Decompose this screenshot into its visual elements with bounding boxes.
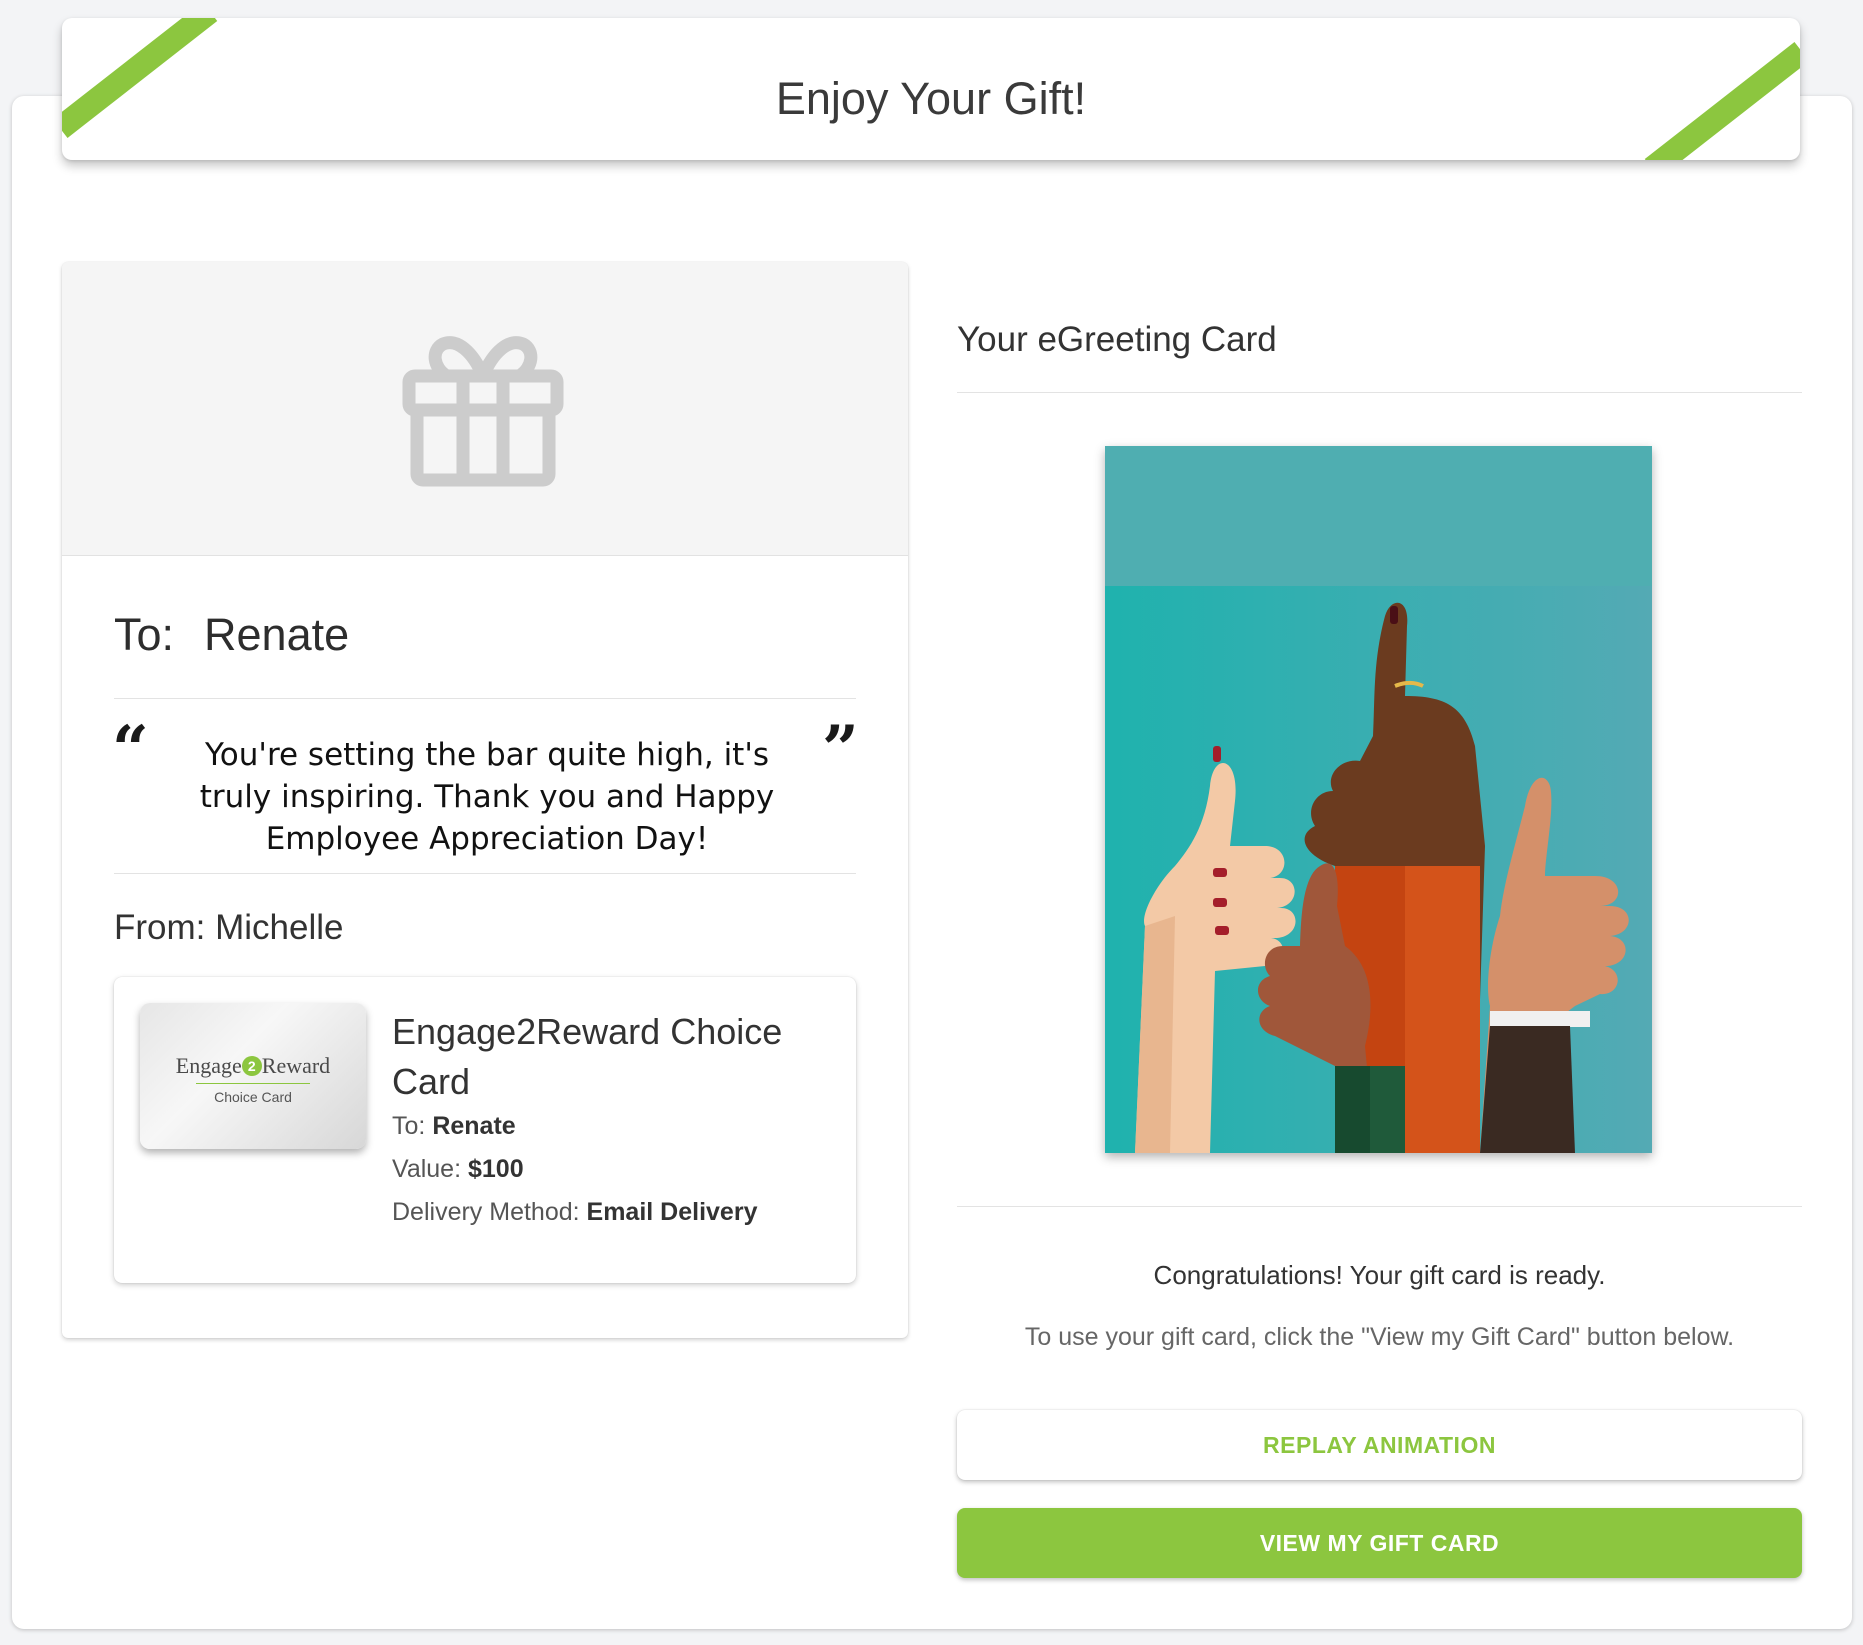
replay-animation-button[interactable]: REPLAY ANIMATION xyxy=(957,1410,1802,1480)
gift-icon-area xyxy=(62,262,908,556)
product-delivery-method: Delivery Method: Email Delivery xyxy=(392,1198,758,1226)
gift-icon xyxy=(402,336,564,487)
card-brand-logo: Engage 2 Reward xyxy=(175,1053,331,1078)
egreeting-title: Your eGreeting Card xyxy=(957,320,1277,359)
product-card-image: Engage 2 Reward Choice Card xyxy=(140,1003,366,1149)
product-value: Value: $100 xyxy=(392,1155,524,1183)
divider xyxy=(114,698,856,699)
gift-message-card: To: Renate “ You're setting the bar quite… xyxy=(62,262,908,1338)
egreeting-card-image[interactable] xyxy=(1105,446,1652,1153)
recipient-line: To: Renate xyxy=(114,612,349,657)
egreeting-section: Your eGreeting Card Congratulations! You… xyxy=(957,262,1802,1582)
page-title: Enjoy Your Gift! xyxy=(775,73,1087,124)
product-name: Engage2Reward Choice Card xyxy=(392,1011,783,1102)
close-quote-icon: ” xyxy=(822,712,859,787)
gift-message: You're setting the bar quite high, it's … xyxy=(199,737,775,857)
instructions-text: To use your gift card, click the "View m… xyxy=(1024,1323,1735,1351)
divider xyxy=(957,1206,1802,1207)
open-quote-icon: “ xyxy=(112,712,149,787)
divider xyxy=(114,873,856,874)
header-banner: Enjoy Your Gift! xyxy=(62,18,1800,160)
product-to: To: Renate xyxy=(392,1112,516,1140)
congrats-message: Congratulations! Your gift card is ready… xyxy=(1153,1260,1606,1290)
sender-line: From: Michelle xyxy=(114,908,344,947)
card-subtitle: Choice Card xyxy=(214,1089,292,1105)
product-summary: Engage 2 Reward Choice Card Engage2Reward … xyxy=(114,977,856,1283)
divider xyxy=(957,392,1802,393)
thumbs-up-hands-illustration xyxy=(1105,446,1652,1153)
recipient-name: Renate xyxy=(204,609,350,660)
view-gift-card-button[interactable]: VIEW MY GIFT CARD xyxy=(957,1508,1802,1578)
to-label: To: xyxy=(114,609,175,660)
